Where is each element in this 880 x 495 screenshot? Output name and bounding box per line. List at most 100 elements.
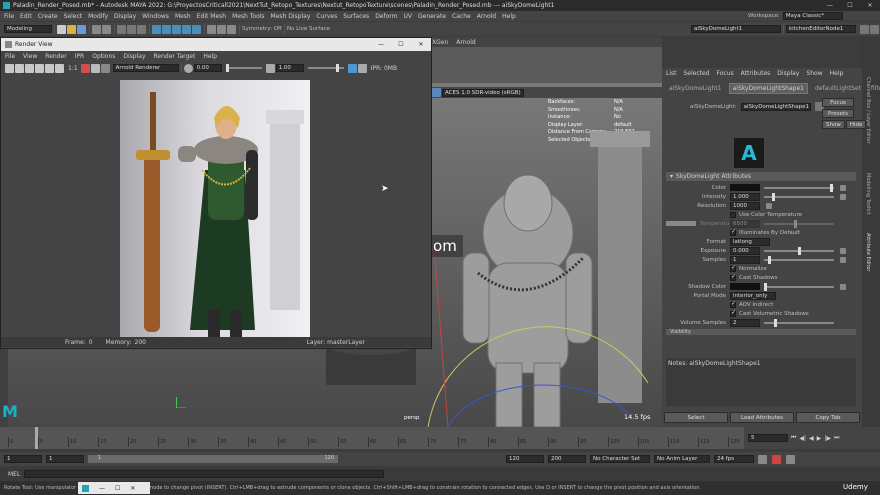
snap-point-icon[interactable] <box>172 24 181 34</box>
maximize-icon[interactable]: ☐ <box>840 2 860 9</box>
anim-prefs-icon[interactable] <box>786 454 795 464</box>
ae-menu-attributes[interactable]: Attributes <box>741 70 771 77</box>
selected-light-field[interactable]: aiSkyDomeLight1 <box>691 25 781 33</box>
render-view-window[interactable]: Render View — ☐ ✕ File View Render IPR Optio… <box>0 37 432 349</box>
rv-menu-render-target[interactable]: Render Target <box>154 53 196 60</box>
select-component-icon[interactable] <box>137 24 146 34</box>
alpha-channel-icon[interactable] <box>90 63 100 73</box>
range-end-field[interactable]: 120 <box>506 455 544 463</box>
attr-color-map-icon[interactable] <box>840 184 846 191</box>
rv-menu-render[interactable]: Render <box>45 53 66 60</box>
play-back-icon[interactable]: ◀ <box>809 435 814 442</box>
current-frame-field[interactable]: 5 <box>748 434 788 442</box>
new-scene-icon[interactable] <box>57 24 66 34</box>
attr-intensity-map-icon[interactable] <box>840 193 846 200</box>
menu-select[interactable]: Select <box>64 13 83 20</box>
close-icon[interactable]: ✕ <box>860 2 880 9</box>
format-dropdown[interactable]: latlong <box>730 237 770 246</box>
menu-help[interactable]: Help <box>502 13 516 20</box>
side-tab-modelling-toolkit[interactable]: Modelling Toolkit <box>865 173 871 215</box>
rgb-channel-icon[interactable] <box>80 63 90 73</box>
loop-icon[interactable] <box>758 454 767 464</box>
char-set-dropdown[interactable]: No Character Set <box>590 455 650 463</box>
menu-deform[interactable]: Deform <box>375 13 397 20</box>
render-view-titlebar[interactable]: Render View — ☐ ✕ <box>1 38 431 51</box>
floating-max-icon[interactable]: ☐ <box>115 485 120 492</box>
vol-samples-slider[interactable] <box>764 318 834 327</box>
rv-menu-options[interactable]: Options <box>92 53 115 60</box>
shadow-color-slider[interactable] <box>764 282 834 291</box>
menu-file[interactable]: File <box>4 13 14 20</box>
menu-uv[interactable]: UV <box>404 13 413 20</box>
render-view-minimize-icon[interactable]: — <box>371 41 391 48</box>
tab-arnold[interactable]: Arnold <box>456 39 475 46</box>
rv-menu-help[interactable]: Help <box>203 53 217 60</box>
render-settings-icon[interactable] <box>227 24 236 34</box>
menu-edit-mesh[interactable]: Edit Mesh <box>197 13 226 20</box>
shape-field[interactable]: kitchenEditorNode1 <box>786 25 856 33</box>
menu-modify[interactable]: Modify <box>88 13 108 20</box>
tab-xgen[interactable]: XGen <box>432 39 448 46</box>
ae-tab-defaultlightset[interactable]: defaultLightSet <box>812 84 864 93</box>
render-view-close-icon[interactable]: ✕ <box>411 41 431 48</box>
gamma-field[interactable]: 1.00 <box>275 64 304 72</box>
cast-shadows-checkbox[interactable] <box>730 273 736 281</box>
gamma-icon[interactable] <box>265 63 275 73</box>
render-view-maximize-icon[interactable]: ☐ <box>391 41 411 48</box>
exposure-value-slider[interactable] <box>764 246 834 255</box>
redo-render-icon[interactable] <box>5 63 14 73</box>
exposure-slider[interactable] <box>225 64 262 72</box>
menu-windows[interactable]: Windows <box>142 13 169 20</box>
ae-menu-help[interactable]: Help <box>830 70 844 77</box>
mel-input[interactable] <box>24 470 385 478</box>
keep-image-icon[interactable] <box>45 63 54 73</box>
exposure-icon[interactable] <box>183 63 193 73</box>
go-start-icon[interactable]: ⏮ <box>791 434 796 442</box>
display-lut-icon[interactable] <box>357 63 367 73</box>
workspace-dropdown[interactable]: Maya Classic* <box>782 12 843 20</box>
samples-slider[interactable] <box>764 255 834 264</box>
render-frame-icon[interactable] <box>207 24 216 34</box>
aov-indirect-checkbox[interactable] <box>730 300 736 308</box>
shadow-color-map-icon[interactable] <box>840 283 846 290</box>
shadow-color-swatch[interactable] <box>730 283 760 290</box>
menu-display[interactable]: Display <box>114 13 136 20</box>
anim-layer-dropdown[interactable]: No Anim Layer <box>654 455 710 463</box>
floating-close-icon[interactable]: ✕ <box>130 485 135 492</box>
floating-min-icon[interactable]: — <box>99 485 105 492</box>
ratio-label[interactable]: 1:1 <box>68 65 78 72</box>
rv-menu-display[interactable]: Display <box>123 53 145 60</box>
rv-menu-view[interactable]: View <box>23 53 37 60</box>
samples-field[interactable]: 1 <box>730 255 760 264</box>
ae-menu-focus[interactable]: Focus <box>717 70 734 77</box>
mode-dropdown[interactable]: Modeling <box>4 25 52 33</box>
select-hierarchy-icon[interactable] <box>117 24 126 34</box>
rv-menu-file[interactable]: File <box>5 53 15 60</box>
auto-key-icon[interactable] <box>772 454 781 464</box>
menu-mesh-tools[interactable]: Mesh Tools <box>232 13 264 20</box>
attr-resolution-map-icon[interactable] <box>766 202 772 209</box>
attr-color-slider[interactable] <box>764 183 834 192</box>
exposure-map-icon[interactable] <box>840 247 846 254</box>
temp-field[interactable]: 6500 <box>730 219 760 228</box>
copy-tab-button[interactable]: Copy Tab <box>796 411 860 423</box>
undo-icon[interactable] <box>92 24 101 34</box>
menu-arnold[interactable]: Arnold <box>477 13 496 20</box>
vol-samples-field[interactable]: 2 <box>730 318 760 327</box>
menu-edit[interactable]: Edit <box>20 13 32 20</box>
illum-default-checkbox[interactable] <box>730 228 736 236</box>
luminance-icon[interactable] <box>100 63 110 73</box>
gamma-slider[interactable] <box>307 64 344 72</box>
minimize-icon[interactable]: — <box>820 2 840 9</box>
go-end-icon[interactable]: ⏭ <box>834 434 839 442</box>
snap-grid-icon[interactable] <box>152 24 161 34</box>
portal-dropdown[interactable]: interior_only <box>730 291 776 300</box>
range-bar[interactable]: 1 120 <box>88 455 338 463</box>
menu-surfaces[interactable]: Surfaces <box>343 13 369 20</box>
side-tab-attribute-editor[interactable]: Attribute Editor <box>865 233 871 271</box>
open-scene-icon[interactable] <box>67 24 76 34</box>
use-temp-checkbox[interactable] <box>730 211 736 218</box>
end-time-field[interactable]: 200 <box>548 455 586 463</box>
select-object-icon[interactable] <box>127 24 136 34</box>
ae-tab-filte4[interactable]: filte4 <box>868 84 880 93</box>
